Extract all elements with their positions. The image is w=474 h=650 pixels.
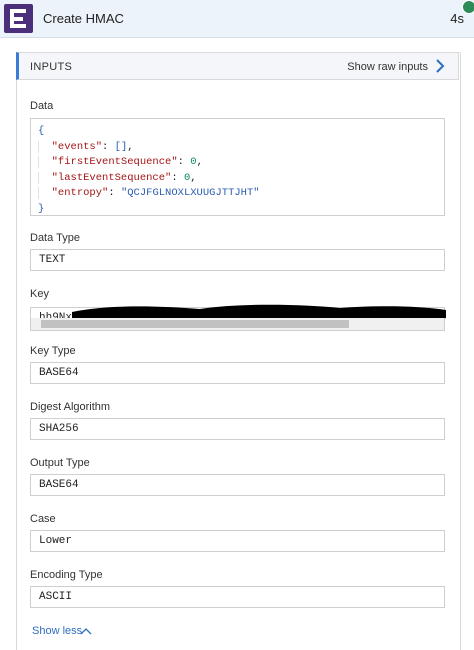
case-value: Lower [39, 535, 73, 547]
inputs-title: INPUTS [30, 61, 73, 73]
inputs-section-header: INPUTS Show raw inputs [16, 52, 459, 80]
action-header[interactable]: Create HMAC 4s [0, 0, 474, 38]
output-type-label: Output Type [30, 457, 90, 469]
case-label: Case [30, 513, 56, 525]
show-less-link[interactable]: Show less [32, 625, 82, 637]
digest-algorithm-field[interactable]: SHA256 [30, 418, 445, 440]
app-logo-icon [4, 4, 33, 33]
json-close-brace: } [38, 202, 45, 215]
encoding-type-label: Encoding Type [30, 569, 103, 581]
key-label: Key [30, 288, 49, 300]
digest-algorithm-label: Digest Algorithm [30, 401, 111, 413]
encoding-type-value: ASCII [39, 591, 73, 603]
duration-label: 4s [450, 11, 464, 26]
data-type-field[interactable]: TEXT [30, 249, 445, 271]
key-type-label: Key Type [30, 345, 76, 357]
data-json: { "events": [], "firstEventSequence": 0,… [38, 125, 260, 215]
chevron-right-icon[interactable] [434, 59, 446, 73]
scrollbar-thumb[interactable] [41, 320, 349, 328]
data-type-value: TEXT [39, 254, 66, 266]
key-horizontal-scrollbar[interactable] [31, 318, 444, 330]
key-type-value: BASE64 [39, 367, 79, 379]
show-raw-inputs-link[interactable]: Show raw inputs [347, 61, 428, 73]
output-type-field[interactable]: BASE64 [30, 474, 445, 496]
encoding-type-field[interactable]: ASCII [30, 586, 445, 608]
entropy-value: QCJFGLNOXLXUUGJTTJHT [127, 187, 254, 200]
action-title: Create HMAC [43, 11, 124, 26]
case-field[interactable]: Lower [30, 530, 445, 552]
digest-algorithm-value: SHA256 [39, 423, 79, 435]
key-type-field[interactable]: BASE64 [30, 362, 445, 384]
data-code-box[interactable]: { "events": [], "firstEventSequence": 0,… [30, 118, 445, 216]
output-type-value: BASE64 [39, 479, 79, 491]
data-type-label: Data Type [30, 232, 80, 244]
json-open-brace: { [38, 125, 45, 137]
chevron-up-icon[interactable] [80, 626, 92, 635]
data-label: Data [30, 100, 54, 112]
